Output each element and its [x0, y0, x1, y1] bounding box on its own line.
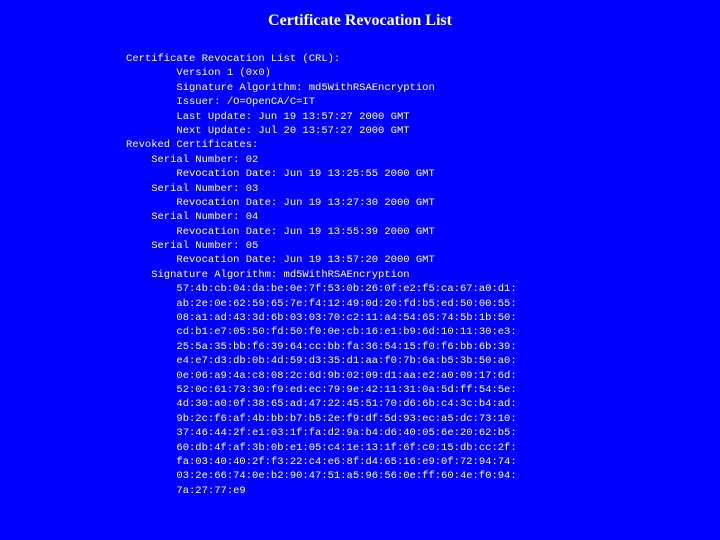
crl-line: Signature Algorithm: md5WithRSAEncryptio…	[126, 268, 410, 281]
crl-line: Revocation Date: Jun 19 13:27:30 2000 GM…	[126, 196, 435, 209]
crl-line: 08:a1:ad:43:3d:6b:03:03:70:c2:11:a4:54:6…	[126, 312, 517, 325]
crl-line: cd:b1:e7:05:50:fd:50:f0:0e:cb:16:e1:b9:6…	[126, 326, 517, 339]
crl-line: e4:e7:d3:db:0b:4d:59:d3:35:d1:aa:f0:7b:6…	[126, 355, 517, 368]
crl-line: Issuer: /O=OpenCA/C=IT	[126, 96, 316, 109]
crl-line: Revocation Date: Jun 19 13:25:55 2000 GM…	[126, 168, 435, 181]
crl-line: Serial Number: 04	[126, 211, 259, 224]
crl-line: Certificate Revocation List (CRL):	[126, 53, 341, 65]
crl-line: 37:46:44:2f:e1:03:1f:fa:d2:9a:b4:d6:40:0…	[126, 427, 517, 440]
crl-line: Signature Algorithm: md5WithRSAEncryptio…	[126, 81, 435, 94]
crl-line: Next Update: Jul 20 13:57:27 2000 GMT	[126, 124, 410, 137]
crl-line: Serial Number: 02	[126, 153, 259, 166]
crl-line: ab:2e:0e:62:59:65:7e:f4:12:49:0d:20:fd:b…	[126, 297, 517, 310]
crl-line: 0e:06:a9:4a:c8:08:2c:6d:9b:02:09:d1:aa:e…	[126, 369, 517, 382]
crl-line: 7a:27:77:e9	[126, 484, 246, 497]
crl-line: Revocation Date: Jun 19 13:55:39 2000 GM…	[126, 225, 435, 238]
crl-line: 9b:2c:f6:af:4b:bb:b7:b5:2e:f9:df:5d:93:e…	[126, 412, 517, 425]
slide: Certificate Revocation List Certificate …	[0, 0, 720, 540]
crl-line: Serial Number: 05	[126, 240, 259, 253]
slide-title: Certificate Revocation List	[268, 12, 452, 29]
crl-line: Revocation Date: Jun 19 13:57:20 2000 GM…	[126, 254, 435, 267]
crl-line: 57:4b:cb:04:da:be:0e:7f:53:0b:26:0f:e2:f…	[126, 283, 517, 296]
crl-line: Version 1 (0x0)	[126, 67, 271, 80]
crl-line: Last Update: Jun 19 13:57:27 2000 GMT	[126, 110, 410, 123]
crl-line: Revoked Certificates:	[126, 139, 259, 152]
crl-line: 4d:30:a0:0f:38:65:ad:47:22:45:51:70:d6:6…	[126, 398, 517, 411]
crl-line: 52:0c:61:73:30:f9:ed:ec:79:9e:42:11:31:0…	[126, 383, 517, 396]
crl-line: 25:5a:35:bb:f6:39:64:cc:bb:fa:36:54:15:f…	[126, 340, 517, 353]
crl-line: 03:2e:66:74:0e:b2:90:47:51:a5:96:56:0e:f…	[126, 470, 517, 483]
crl-text-block: Certificate Revocation List (CRL): Versi…	[126, 52, 517, 498]
crl-line: fa:03:40:40:2f:f3:22:c4:e6:8f:d4:65:16:e…	[126, 455, 517, 468]
crl-line: 60:db:4f:af:3b:0b:e1:05:c4:1e:13:1f:6f:c…	[126, 441, 517, 454]
crl-line: Serial Number: 03	[126, 182, 259, 195]
